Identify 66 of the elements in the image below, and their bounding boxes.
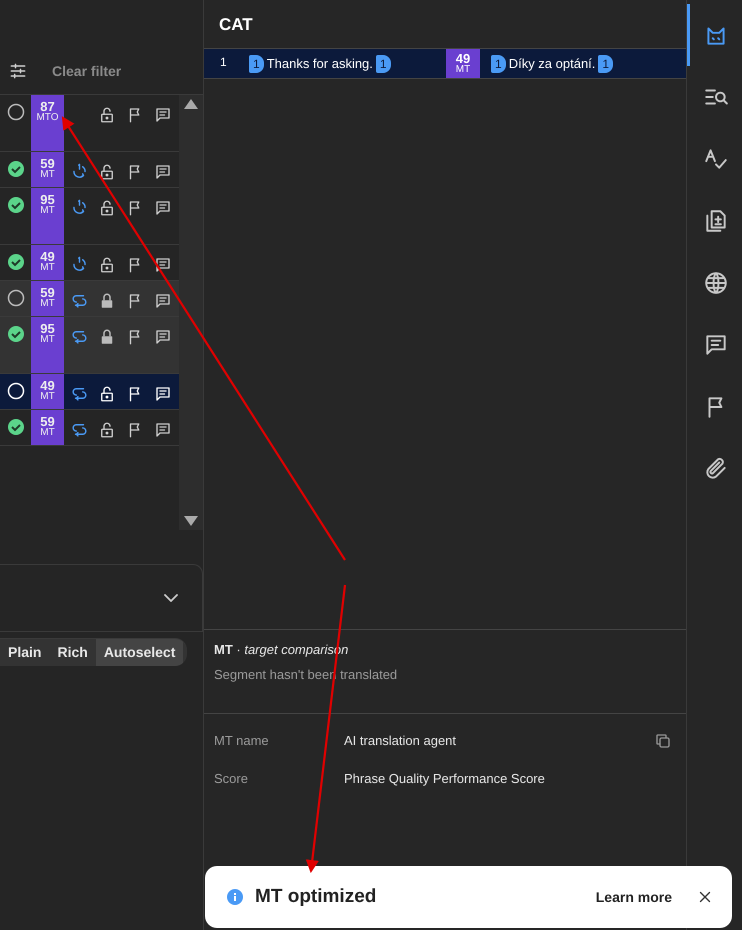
segment-row[interactable]: 95 MT (0, 188, 179, 245)
segment-row[interactable]: 59 MT (0, 410, 179, 446)
segment-row[interactable]: 95 MT (0, 317, 179, 374)
tag-marker: 1 (491, 54, 506, 72)
toast-title: MT optimized (255, 884, 378, 909)
confirmed-check-icon[interactable] (6, 196, 24, 214)
expand-button[interactable] (164, 594, 178, 602)
segment-row[interactable]: 59 MT (0, 152, 179, 188)
match-score: 49 MT (31, 374, 64, 409)
scroll-up-icon[interactable] (184, 99, 198, 109)
scroll-down-icon[interactable] (184, 516, 198, 526)
unconfirmed-circle-icon[interactable] (6, 103, 24, 121)
match-score: 59 MT (31, 152, 64, 187)
match-score: 95 MT (31, 317, 64, 373)
format-toggle-option[interactable]: Plain (0, 639, 50, 666)
detail-label: Score (214, 770, 249, 788)
row-number: 1 (219, 54, 228, 71)
match-score: 49 MT (31, 245, 64, 280)
copy-icon (654, 732, 672, 750)
comment-icon[interactable] (154, 292, 172, 310)
unlocked-icon[interactable] (98, 106, 116, 124)
tag-marker: 1 (598, 54, 614, 72)
cat-row[interactable]: 1 1 Thanks for asking. 1 49 MT 1 Díky za optání. 1 (204, 48, 686, 79)
comment-icon[interactable] (154, 106, 172, 124)
sliders-icon (8, 60, 28, 81)
detail-value: AI translation agent (344, 732, 458, 750)
match-score: 59 MT (31, 410, 64, 445)
unlocked-icon[interactable] (98, 256, 116, 274)
comment-icon[interactable] (154, 198, 172, 217)
segment-row[interactable]: 87 MTO (0, 95, 179, 152)
match-score: 95 MT (31, 188, 64, 244)
comment-icon[interactable] (154, 162, 172, 181)
tag-marker: 1 (249, 54, 264, 72)
tag-marker: 1 (376, 54, 391, 72)
unlocked-icon[interactable] (98, 384, 116, 403)
comment-icon[interactable] (154, 256, 172, 274)
segment-row[interactable]: 59 MT (0, 281, 179, 317)
segment-text: Díky za optání. (508, 54, 596, 73)
unlocked-icon[interactable] (98, 198, 116, 217)
match-score: 87 MTO (31, 95, 64, 151)
comment-icon[interactable] (154, 420, 172, 439)
segment-row[interactable]: 49 MT (0, 245, 179, 281)
unconfirmed-circle-icon[interactable] (6, 289, 24, 307)
detail-value: Phrase Quality Performance Score (344, 770, 546, 788)
learn-more-link[interactable]: Learn more (596, 886, 672, 908)
format-toggle-option[interactable]: Rich (49, 639, 96, 666)
clear-filter-button[interactable]: Clear filter (52, 60, 122, 82)
match-score: 59 MT (31, 281, 64, 316)
detail-label: MT name (214, 732, 270, 750)
segment-row[interactable]: 49 MT (0, 374, 179, 410)
match-score: 49 MT (446, 49, 480, 78)
confirmed-check-icon[interactable] (6, 253, 24, 271)
unlocked-icon[interactable] (98, 162, 116, 181)
confirmed-check-icon[interactable] (6, 418, 24, 436)
confirmed-check-icon[interactable] (6, 160, 24, 178)
unlocked-icon[interactable] (98, 420, 116, 439)
panel-title: CAT (218, 14, 254, 36)
info-icon (227, 889, 243, 905)
chevron-down-icon (164, 594, 178, 602)
globe-icon (703, 270, 729, 296)
format-toggle-option[interactable]: Autoselect (96, 639, 184, 666)
scrollbar[interactable] (179, 95, 203, 530)
segment-text: Thanks for asking. (266, 54, 373, 73)
comment-icon[interactable] (154, 384, 172, 403)
confirmed-check-icon[interactable] (6, 325, 24, 343)
comment-icon[interactable] (154, 328, 172, 346)
